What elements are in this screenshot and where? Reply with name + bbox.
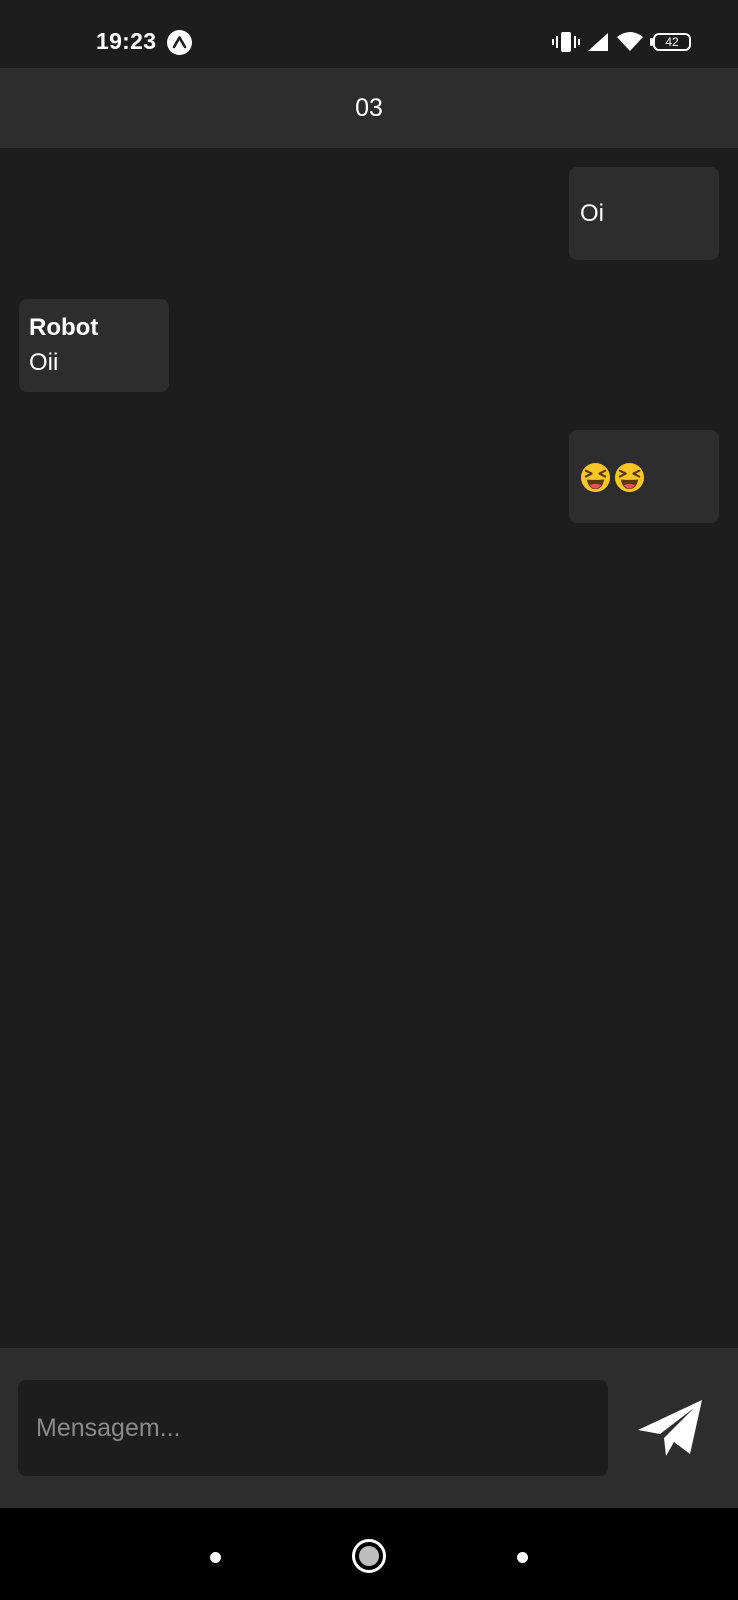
- message-composer: [0, 1348, 738, 1508]
- expo-icon: [167, 30, 192, 55]
- battery-level: 42: [665, 35, 679, 49]
- message-sender: Robot: [29, 314, 99, 341]
- signal-icon: [586, 31, 610, 59]
- vibrate-icon: [552, 30, 580, 58]
- wifi-icon: [616, 31, 644, 59]
- status-time: 19:23: [96, 28, 157, 54]
- message-input[interactable]: [18, 1380, 608, 1476]
- message-list[interactable]: Oi Robot Oii: [0, 148, 738, 1348]
- chat-screen: 19:23 42 03 Oi Robot Oii Mensagem...: [0, 0, 738, 1600]
- laughing-emoji: [580, 462, 611, 493]
- home-icon-inner: [359, 1546, 379, 1566]
- message-text: Oii: [29, 349, 59, 376]
- message-bubble-sent[interactable]: [569, 430, 719, 523]
- battery-icon: 42: [653, 33, 691, 51]
- back-icon[interactable]: [210, 1552, 221, 1563]
- chat-header: 03: [0, 68, 738, 148]
- send-button[interactable]: [636, 1396, 706, 1460]
- home-icon[interactable]: [352, 1539, 386, 1573]
- status-bar: 19:23 42: [0, 0, 738, 68]
- message-text: Oi: [580, 200, 604, 227]
- laughing-emoji: [614, 462, 645, 493]
- send-icon: [638, 1400, 702, 1456]
- emoji-row: [580, 462, 645, 493]
- recents-icon[interactable]: [517, 1552, 528, 1563]
- message-bubble-received[interactable]: Robot Oii: [19, 299, 169, 392]
- message-bubble-sent[interactable]: Oi: [569, 167, 719, 260]
- system-nav-bar: [0, 1508, 738, 1600]
- chat-title: 03: [355, 94, 383, 122]
